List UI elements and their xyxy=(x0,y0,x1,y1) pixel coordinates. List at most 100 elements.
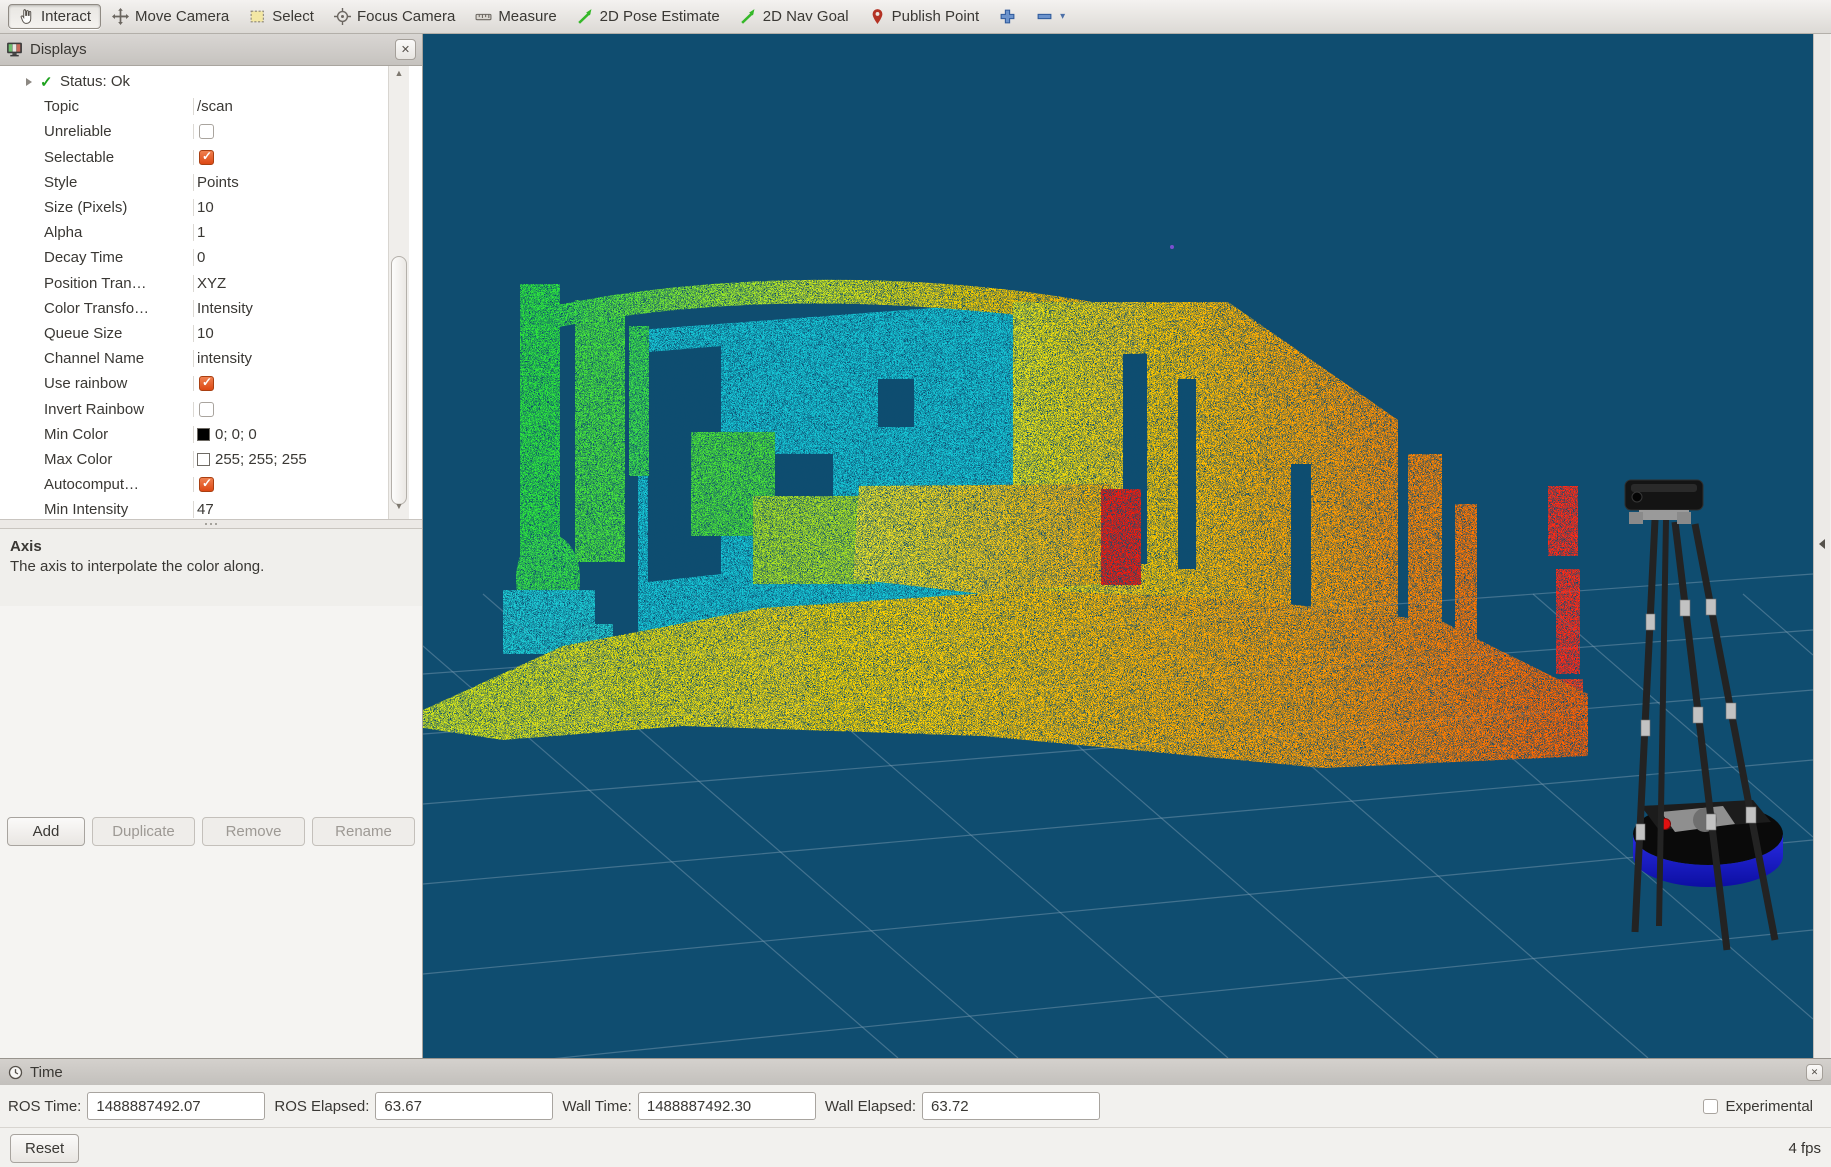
tree-row-topic[interactable]: Topic/scan xyxy=(0,94,388,119)
right-panel-splitter[interactable] xyxy=(1813,34,1830,1058)
wall-elapsed-input[interactable] xyxy=(922,1092,1100,1120)
tree-row-alpha[interactable]: Alpha 1 xyxy=(0,220,388,245)
tree-row-style[interactable]: StylePoints xyxy=(0,170,388,195)
experimental-option: Experimental xyxy=(1701,1098,1823,1115)
add-button[interactable]: Add xyxy=(7,817,85,846)
robot-model xyxy=(1625,480,1783,950)
tool-interact[interactable]: Interact xyxy=(8,4,101,29)
displays-panel-header: Displays ✕ xyxy=(0,34,422,66)
panel-splitter[interactable] xyxy=(0,519,422,529)
time-panel-header: Time ✕ xyxy=(0,1059,1831,1085)
wall-time-input[interactable] xyxy=(638,1092,816,1120)
property-value-cell: 10 xyxy=(193,325,388,342)
viewport-3d[interactable] xyxy=(423,34,1813,1058)
tool-plus-button[interactable] xyxy=(990,5,1025,28)
tree-row-decay-time[interactable]: Decay Time0 xyxy=(0,245,388,270)
checkbox[interactable] xyxy=(199,150,214,165)
time-field-wall-time: Wall Time: xyxy=(562,1092,815,1120)
property-label: Queue Size xyxy=(44,325,122,342)
property-label: Use rainbow xyxy=(44,375,127,392)
chevron-down-icon[interactable]: ▾ xyxy=(1060,11,1065,22)
tree-row-unreliable[interactable]: Unreliable xyxy=(0,119,388,144)
color-swatch xyxy=(197,453,210,466)
tool-select[interactable]: Select xyxy=(240,5,323,28)
description-title: Axis xyxy=(10,537,412,557)
tree-row-size-pixels[interactable]: Size (Pixels) 10 xyxy=(0,195,388,220)
tool-label: Measure xyxy=(498,8,556,25)
tree-row-selectable[interactable]: Selectable xyxy=(0,145,388,170)
tool-label: Interact xyxy=(41,8,91,25)
rename-button: Rename xyxy=(312,817,415,846)
property-value: 10 xyxy=(197,199,214,216)
description-text: The axis to interpolate the color along. xyxy=(10,558,264,575)
tree-row-autocomput[interactable]: Autocomput… xyxy=(0,472,388,497)
tree-row-min-color[interactable]: Min Color0; 0; 0 xyxy=(0,422,388,447)
tree-scrollbar[interactable]: ▲ ▼ xyxy=(388,66,409,519)
tree-row-max-color[interactable]: Max Color255; 255; 255 xyxy=(0,447,388,472)
property-value: /scan xyxy=(197,98,233,115)
tool-label: Select xyxy=(272,8,314,25)
main-area: Displays ✕ ✓Status: OkTopic/scanUnreliab… xyxy=(0,34,1831,1058)
property-label: Status: Ok xyxy=(60,73,130,90)
checkbox[interactable] xyxy=(199,477,214,492)
property-label: Autocomput… xyxy=(44,476,139,493)
tool-focus-camera[interactable]: Focus Camera xyxy=(325,5,464,28)
tool-publish-point[interactable]: Publish Point xyxy=(860,5,989,28)
tool-label: Focus Camera xyxy=(357,8,455,25)
property-label: Topic xyxy=(44,98,79,115)
scroll-up-icon[interactable]: ▲ xyxy=(389,68,409,84)
close-icon[interactable]: ✕ xyxy=(395,39,416,60)
checkbox[interactable] xyxy=(199,124,214,139)
collapse-left-icon[interactable] xyxy=(1819,539,1825,549)
tool-2d-nav-goal[interactable]: 2D Nav Goal xyxy=(731,5,858,28)
nav-arrow-icon xyxy=(740,8,757,25)
property-label: Min Intensity xyxy=(44,501,128,518)
scroll-down-icon[interactable]: ▼ xyxy=(389,501,409,517)
tree-row-channel-name[interactable]: Channel Nameintensity xyxy=(0,346,388,371)
property-value-cell: XYZ xyxy=(193,275,388,292)
property-label: Size (Pixels) xyxy=(44,199,127,216)
remove-button: Remove xyxy=(202,817,305,846)
experimental-label: Experimental xyxy=(1725,1098,1813,1115)
checkbox[interactable] xyxy=(199,402,214,417)
tree-row-min-intensity[interactable]: Min Intensity47 xyxy=(0,497,388,518)
pin-icon xyxy=(869,8,886,25)
checkbox[interactable] xyxy=(199,376,214,391)
property-value-cell: 10 xyxy=(193,199,388,216)
tool-measure[interactable]: Measure xyxy=(466,5,565,28)
time-field-ros-elapsed: ROS Elapsed: xyxy=(274,1092,553,1120)
ros-elapsed-input[interactable] xyxy=(375,1092,553,1120)
tool-2d-pose-estimate[interactable]: 2D Pose Estimate xyxy=(568,5,729,28)
property-value: Intensity xyxy=(197,300,253,317)
tree-row-status-ok[interactable]: ✓Status: Ok xyxy=(0,69,388,94)
property-value: 1 xyxy=(197,224,205,241)
color-swatch xyxy=(197,428,210,441)
stray-point xyxy=(1170,245,1174,249)
field-label: ROS Time: xyxy=(8,1098,81,1115)
close-icon[interactable]: ✕ xyxy=(1806,1064,1823,1081)
field-label: Wall Elapsed: xyxy=(825,1098,916,1115)
property-label: Alpha xyxy=(44,224,82,241)
select-icon xyxy=(249,8,266,25)
tool-label: Publish Point xyxy=(892,8,980,25)
ros-time-input[interactable] xyxy=(87,1092,265,1120)
experimental-checkbox[interactable] xyxy=(1703,1099,1718,1114)
minus-icon xyxy=(1036,8,1053,25)
tree-row-queue-size[interactable]: Queue Size 10 xyxy=(0,321,388,346)
tree-row-color-transfo[interactable]: Color Transfo…Intensity xyxy=(0,296,388,321)
tool-label: 2D Nav Goal xyxy=(763,8,849,25)
property-description: Axis The axis to interpolate the color a… xyxy=(0,529,422,606)
property-label: Invert Rainbow xyxy=(44,401,144,418)
expander-closed-icon[interactable] xyxy=(26,78,32,86)
tree-row-position-tran[interactable]: Position Tran…XYZ xyxy=(0,271,388,296)
tree-row-invert-rainbow[interactable]: Invert Rainbow xyxy=(0,396,388,421)
tool-move-camera[interactable]: Move Camera xyxy=(103,5,238,28)
reset-button[interactable]: Reset xyxy=(10,1134,79,1163)
clock-icon xyxy=(8,1065,23,1080)
tree-row-use-rainbow[interactable]: Use rainbow xyxy=(0,371,388,396)
displays-buttons: AddDuplicateRemoveRename xyxy=(0,606,422,1059)
field-label: Wall Time: xyxy=(562,1098,631,1115)
tool-label: 2D Pose Estimate xyxy=(600,8,720,25)
scrollbar-thumb[interactable] xyxy=(391,256,407,505)
tool-minus-button[interactable]: ▾ xyxy=(1027,5,1074,28)
